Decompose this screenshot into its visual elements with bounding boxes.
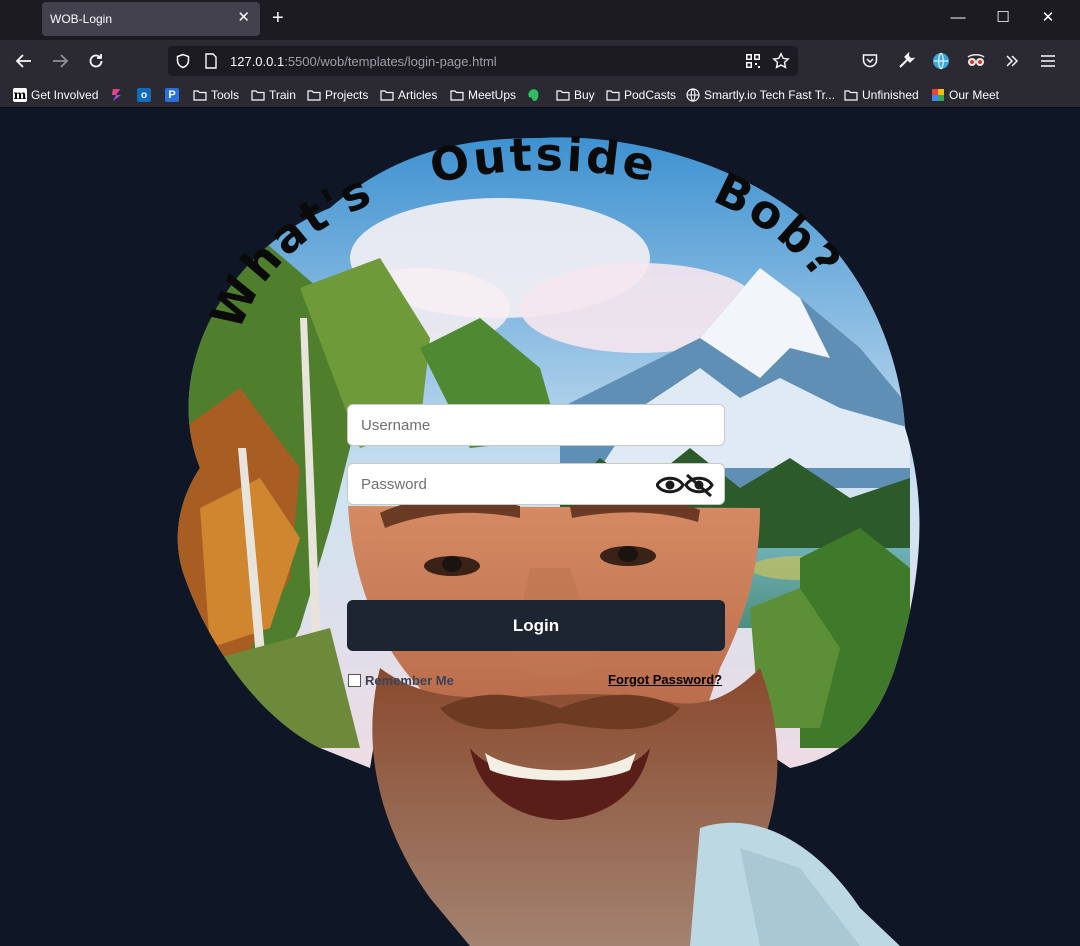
evernote-icon — [527, 88, 541, 102]
bookmark-label: Projects — [325, 88, 369, 102]
folder-icon — [606, 88, 620, 102]
login-page: What'sOutsideBob? Login Remember Me Forg… — [0, 108, 1080, 946]
bookmark-folder-podcasts[interactable]: PodCasts — [606, 86, 676, 104]
folder-icon — [307, 88, 321, 102]
navigation-bar: 127.0.0.1:5500/wob/templates/login-page.… — [0, 40, 1080, 82]
outlook-icon: o — [137, 88, 151, 102]
bookmark-label: Our Meet — [949, 88, 1000, 102]
bookmark-folder-unfinished[interactable]: Unfinished — [844, 86, 919, 104]
extension-globe-icon[interactable] — [930, 50, 952, 72]
m-logo-icon: m — [13, 88, 27, 102]
bookmarks-bar: m Get Involved o P Tools Train Projects … — [0, 82, 1080, 108]
bookmark-app[interactable] — [110, 86, 124, 104]
bookmark-smartly[interactable]: Smartly.io Tech Fast Tr... — [686, 86, 835, 104]
remember-me-label: Remember Me — [365, 673, 454, 688]
tab-title: WOB-Login — [50, 12, 113, 26]
folder-icon — [193, 88, 207, 102]
bookmark-outlook[interactable]: o — [137, 86, 151, 104]
folder-icon — [251, 88, 265, 102]
url-path: :5500/wob/templates/login-page.html — [284, 54, 497, 69]
extension-glasses-icon[interactable] — [965, 50, 987, 72]
bookmark-label: MeetUps — [468, 88, 517, 102]
bookmark-star-icon[interactable] — [772, 52, 790, 70]
url-host: 127.0.0.1 — [230, 54, 285, 69]
back-icon[interactable] — [13, 50, 35, 72]
new-tab-icon[interactable]: + — [272, 7, 284, 29]
bookmark-folder-articles[interactable]: Articles — [380, 86, 437, 104]
maximize-icon[interactable]: ☐ — [993, 8, 1013, 28]
shield-icon[interactable] — [174, 52, 192, 70]
folder-icon — [844, 88, 858, 102]
tab-bar: WOB-Login ✕ + — ☐ ✕ — [0, 0, 1080, 40]
overflow-chevrons-icon[interactable] — [1001, 50, 1023, 72]
folder-icon — [556, 88, 570, 102]
remember-me-checkbox[interactable] — [348, 674, 361, 687]
bookmark-folder-projects[interactable]: Projects — [307, 86, 368, 104]
meet-icon — [931, 88, 945, 102]
bookmark-p[interactable]: P — [165, 86, 179, 104]
bookmark-label: Buy — [574, 88, 595, 102]
bookmark-label: Smartly.io Tech Fast Tr... — [704, 88, 835, 102]
bookmark-label: PodCasts — [624, 88, 677, 102]
close-icon[interactable]: ✕ — [1038, 8, 1058, 28]
pocket-icon[interactable] — [859, 50, 881, 72]
p-icon: P — [165, 88, 179, 102]
forward-icon[interactable] — [49, 50, 71, 72]
tab-close-icon[interactable]: ✕ — [237, 10, 250, 26]
bookmark-our-meet[interactable]: Our Meet — [931, 86, 999, 104]
bookmark-folder-meetups[interactable]: MeetUps — [450, 86, 516, 104]
bookmark-label: Unfinished — [862, 88, 919, 102]
reload-icon[interactable] — [85, 50, 107, 72]
bookmark-label: Tools — [211, 88, 240, 102]
bookmark-label: Articles — [398, 88, 438, 102]
bookmark-folder-train[interactable]: Train — [251, 86, 296, 104]
bookmark-evernote[interactable] — [527, 86, 541, 104]
login-button[interactable]: Login — [347, 600, 725, 651]
page-icon[interactable] — [202, 52, 220, 70]
forgot-password-link[interactable]: Forgot Password? — [608, 672, 722, 687]
qr-code-icon[interactable] — [744, 52, 762, 70]
password-field[interactable] — [347, 463, 725, 505]
bookmark-label: Train — [269, 88, 296, 102]
folder-icon — [450, 88, 464, 102]
bookmark-folder-buy[interactable]: Buy — [556, 86, 595, 104]
bookmark-label: Get Involved — [31, 88, 99, 102]
browser-tab[interactable]: WOB-Login ✕ — [42, 2, 260, 36]
app-icon — [110, 88, 124, 102]
globe-icon — [686, 88, 700, 102]
url-bar[interactable]: 127.0.0.1:5500/wob/templates/login-page.… — [168, 46, 798, 76]
folder-icon — [380, 88, 394, 102]
bookmark-get-involved[interactable]: m Get Involved — [13, 86, 98, 104]
wrench-icon[interactable] — [895, 50, 917, 72]
remember-me[interactable]: Remember Me — [348, 673, 454, 688]
minimize-icon[interactable]: — — [948, 8, 968, 28]
toggle-password-visibility-icon[interactable] — [656, 472, 714, 498]
hero-illustration — [177, 137, 920, 946]
username-input[interactable] — [348, 405, 724, 445]
menu-icon[interactable] — [1037, 50, 1059, 72]
url-text[interactable]: 127.0.0.1:5500/wob/templates/login-page.… — [230, 54, 497, 69]
bookmark-folder-tools[interactable]: Tools — [193, 86, 239, 104]
login-button-label: Login — [512, 615, 560, 635]
username-field[interactable] — [347, 404, 725, 446]
